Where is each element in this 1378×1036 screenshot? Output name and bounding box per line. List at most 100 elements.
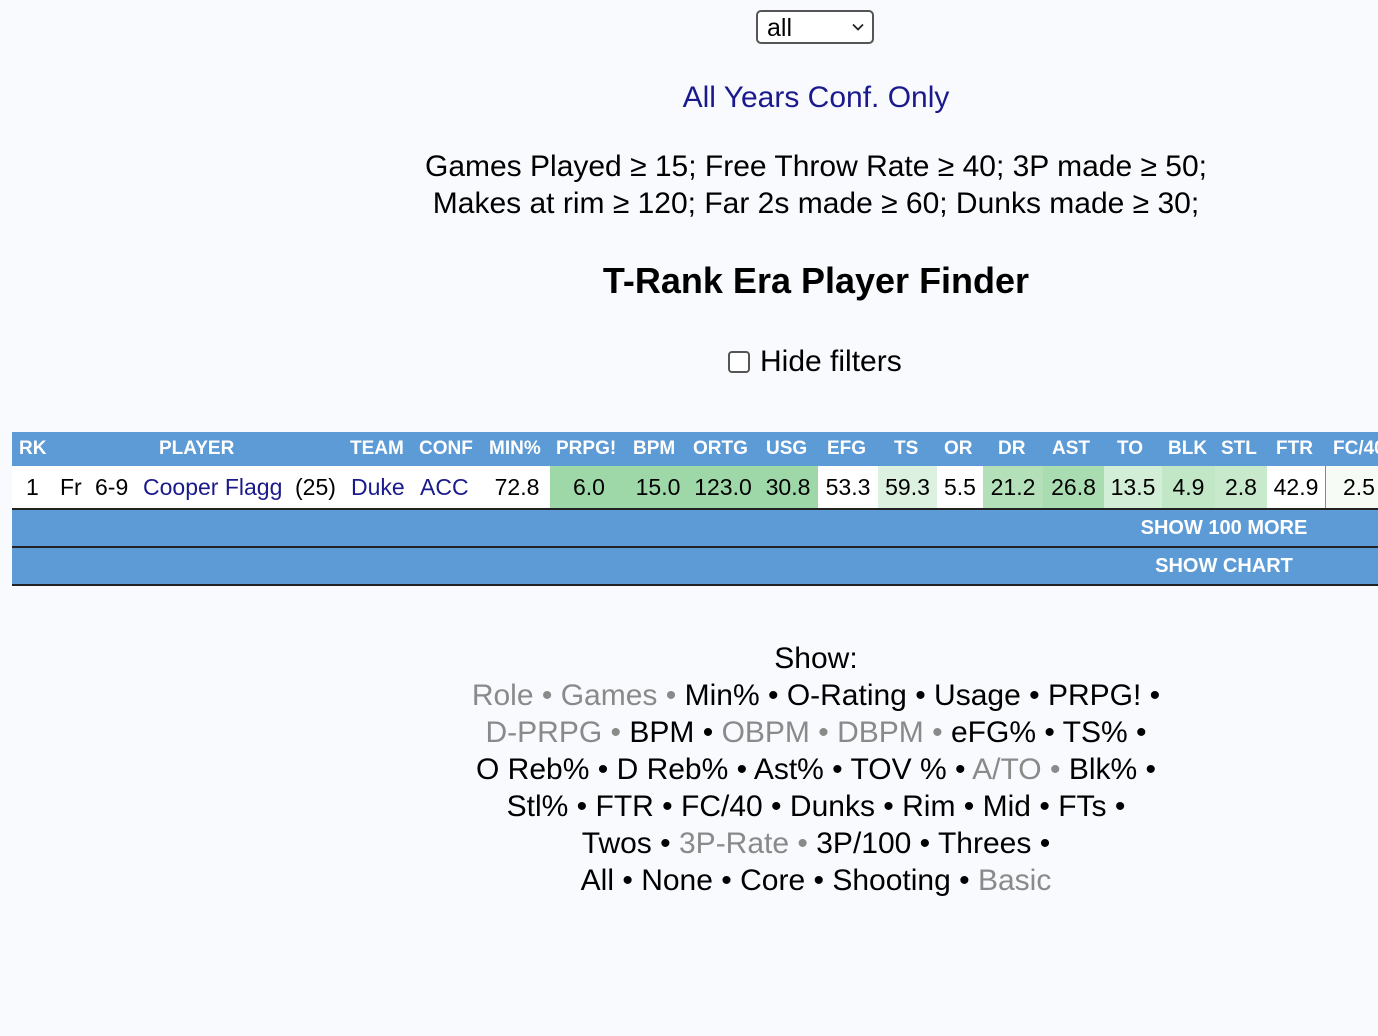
col-header-bpm[interactable]: BPM bbox=[633, 432, 675, 466]
col-header-ts[interactable]: TS bbox=[894, 432, 918, 466]
show-option-twos[interactable]: Twos bbox=[582, 827, 652, 860]
show-option-separator: • bbox=[805, 864, 833, 897]
show-option-usage[interactable]: Usage bbox=[934, 679, 1021, 712]
show-option-shooting[interactable]: Shooting bbox=[832, 864, 950, 897]
hide-filters-checkbox[interactable] bbox=[728, 351, 750, 373]
cell-min-pct: 72.8 bbox=[484, 466, 550, 508]
cell-class: Fr bbox=[60, 474, 82, 500]
cell-bpm: 15.0 bbox=[628, 466, 688, 508]
show-option-ast[interactable]: Ast% bbox=[754, 753, 824, 786]
show-options-line: Stl% • FTR • FC/40 • Dunks • Rim • Mid •… bbox=[258, 788, 1374, 825]
chevron-down-icon bbox=[852, 23, 864, 31]
show-options-line: O Reb% • D Reb% • Ast% • TOV % • A/TO • … bbox=[258, 751, 1374, 788]
show-options-line: Twos • 3P-Rate • 3P/100 • Threes • bbox=[258, 825, 1374, 862]
all-years-conf-only-link[interactable]: All Years Conf. Only bbox=[258, 80, 1374, 116]
col-header-stl[interactable]: STL bbox=[1221, 432, 1257, 466]
show-options-line: All • None • Core • Shooting • Basic bbox=[258, 862, 1374, 899]
show-option-separator: • bbox=[1137, 753, 1157, 786]
show-option-tov[interactable]: TOV % bbox=[850, 753, 946, 786]
show-option-threes[interactable]: Threes bbox=[938, 827, 1031, 860]
col-header-team[interactable]: TEAM bbox=[350, 432, 404, 466]
show-option-separator: • bbox=[759, 679, 787, 712]
show-option-separator: • bbox=[653, 790, 682, 823]
show-option-rim[interactable]: Rim bbox=[902, 790, 955, 823]
col-header-usg[interactable]: USG bbox=[766, 432, 807, 466]
conf-link[interactable]: ACC bbox=[420, 466, 469, 508]
hide-filters-toggle[interactable]: Hide filters bbox=[728, 344, 902, 380]
table-header: RK PLAYER TEAM CONF MIN% PRPG! BPM ORTG … bbox=[12, 432, 1378, 466]
show-option-prpg[interactable]: PRPG! bbox=[1048, 679, 1141, 712]
show-option-fc-40[interactable]: FC/40 bbox=[681, 790, 763, 823]
show-option-dunks[interactable]: Dunks bbox=[790, 790, 875, 823]
show-option-fts[interactable]: FTs bbox=[1058, 790, 1106, 823]
show-option-stl[interactable]: Stl% bbox=[507, 790, 569, 823]
cell-usg: 30.8 bbox=[758, 466, 818, 508]
col-header-ftr[interactable]: FTR bbox=[1276, 432, 1313, 466]
show-option-separator: • bbox=[1127, 716, 1147, 749]
show-option-separator: • bbox=[1041, 753, 1069, 786]
show-chart-button[interactable]: SHOW CHART bbox=[1082, 548, 1366, 584]
show-option-games[interactable]: Games bbox=[561, 679, 658, 712]
cell-ts: 59.3 bbox=[878, 466, 937, 508]
show-option-none[interactable]: None bbox=[641, 864, 713, 897]
show-100-more-button[interactable]: SHOW 100 MORE bbox=[1082, 510, 1366, 546]
show-option-role[interactable]: Role bbox=[472, 679, 534, 712]
cell-prpg: 6.0 bbox=[550, 466, 628, 508]
col-header-efg[interactable]: EFG bbox=[827, 432, 866, 466]
results-table: RK PLAYER TEAM CONF MIN% PRPG! BPM ORTG … bbox=[12, 432, 1378, 586]
show-option-o-reb[interactable]: O Reb% bbox=[476, 753, 589, 786]
show-option-dbpm[interactable]: DBPM bbox=[837, 716, 924, 749]
show-option-o-rating[interactable]: O-Rating bbox=[787, 679, 907, 712]
show-option-ftr[interactable]: FTR bbox=[596, 790, 654, 823]
show-columns-section: Show: Role • Games • Min% • O-Rating • U… bbox=[258, 640, 1374, 899]
col-header-prpg[interactable]: PRPG! bbox=[556, 432, 616, 466]
show-option-separator: • bbox=[694, 716, 722, 749]
col-header-dr[interactable]: DR bbox=[998, 432, 1025, 466]
col-header-min[interactable]: MIN% bbox=[489, 432, 541, 466]
show-option-blk[interactable]: Blk% bbox=[1069, 753, 1137, 786]
show-option-separator: • bbox=[568, 790, 596, 823]
filters-summary-line: Makes at rim ≥ 120; Far 2s made ≥ 60; Du… bbox=[432, 187, 1200, 220]
show-option-bpm[interactable]: BPM bbox=[629, 716, 694, 749]
show-option-d-reb[interactable]: D Reb% bbox=[617, 753, 729, 786]
year-select[interactable]: all bbox=[756, 10, 874, 44]
col-header-player[interactable]: PLAYER bbox=[159, 432, 234, 466]
show-option-separator: • bbox=[728, 753, 754, 786]
col-header-to[interactable]: TO bbox=[1117, 432, 1143, 466]
show-option-basic[interactable]: Basic bbox=[978, 864, 1051, 897]
show-option-core[interactable]: Core bbox=[740, 864, 805, 897]
cell-stl: 2.8 bbox=[1215, 466, 1267, 508]
team-link[interactable]: Duke bbox=[351, 466, 405, 508]
col-header-blk[interactable]: BLK bbox=[1168, 432, 1207, 466]
col-header-ortg[interactable]: ORTG bbox=[693, 432, 748, 466]
show-option-separator: • bbox=[651, 827, 679, 860]
col-header-rk[interactable]: RK bbox=[19, 432, 46, 466]
cell-ast: 26.8 bbox=[1043, 466, 1104, 508]
cell-dr: 21.2 bbox=[983, 466, 1043, 508]
hide-filters-label[interactable]: Hide filters bbox=[760, 344, 902, 380]
player-name-link[interactable]: Cooper Flagg bbox=[143, 466, 282, 508]
show-options-line: D-PRPG • BPM • OBPM • DBPM • eFG% • TS% … bbox=[258, 714, 1374, 751]
show-option-obpm[interactable]: OBPM bbox=[722, 716, 810, 749]
col-header-ast[interactable]: AST bbox=[1052, 432, 1090, 466]
col-header-fc40[interactable]: FC/40 bbox=[1333, 432, 1378, 466]
col-header-conf[interactable]: CONF bbox=[419, 432, 473, 466]
show-option-separator: • bbox=[809, 716, 838, 749]
col-header-or[interactable]: OR bbox=[944, 432, 973, 466]
show-option-min[interactable]: Min% bbox=[685, 679, 760, 712]
show-option-separator: • bbox=[1020, 679, 1048, 712]
show-option-mid[interactable]: Mid bbox=[983, 790, 1031, 823]
show-option-separator: • bbox=[602, 716, 630, 749]
show-option-separator: • bbox=[614, 864, 642, 897]
cell-height: 6-9 bbox=[95, 474, 129, 500]
cell-or: 5.5 bbox=[937, 466, 983, 508]
show-option-a-to[interactable]: A/TO bbox=[972, 753, 1041, 786]
show-option-all[interactable]: All bbox=[581, 864, 614, 897]
show-option-d-prpg[interactable]: D-PRPG bbox=[485, 716, 602, 749]
cell-player-number: (25) bbox=[295, 474, 336, 500]
show-option-efg[interactable]: eFG% bbox=[951, 716, 1036, 749]
show-option-3p-rate[interactable]: 3P-Rate bbox=[679, 827, 789, 860]
show-option-ts[interactable]: TS% bbox=[1063, 716, 1128, 749]
show-option-3p-100[interactable]: 3P/100 bbox=[816, 827, 911, 860]
cell-fc40: 2.5 bbox=[1326, 466, 1378, 508]
